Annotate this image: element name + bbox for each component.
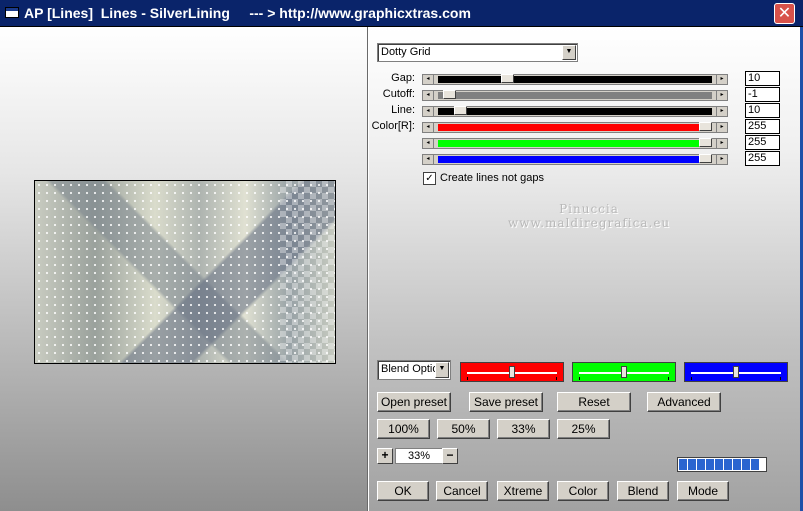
progress-segment: [697, 459, 705, 470]
slider-value-input[interactable]: -1: [745, 87, 780, 102]
action-xtreme-button[interactable]: Xtreme: [497, 481, 549, 501]
slider[interactable]: ◂ ▸: [422, 74, 728, 85]
arrow-left-icon[interactable]: ◂: [423, 123, 434, 132]
zoom-100-button[interactable]: 100%: [377, 419, 430, 439]
slider-value-input[interactable]: 10: [745, 103, 780, 118]
arrow-left-icon[interactable]: ◂: [423, 139, 434, 148]
slider-value-input[interactable]: 10: [745, 71, 780, 86]
arrow-right-icon[interactable]: ▸: [716, 75, 727, 84]
window-icon: [5, 7, 19, 18]
slider-label: Gap:: [391, 72, 415, 84]
arrow-right-icon[interactable]: ▸: [716, 139, 727, 148]
slider-thumb[interactable]: [699, 154, 712, 163]
slider-tick: [691, 377, 692, 380]
slider-label: Line:: [391, 104, 415, 116]
slider-tick: [467, 377, 468, 380]
slider[interactable]: ◂ ▸: [422, 122, 728, 133]
preview-panel: [0, 27, 368, 511]
slider-tick: [780, 377, 781, 380]
zoom-50-button[interactable]: 50%: [437, 419, 490, 439]
slider-thumb[interactable]: [733, 366, 739, 378]
arrow-right-icon[interactable]: ▸: [716, 107, 727, 116]
watermark-url: www.maldiregrafica.eu: [507, 216, 671, 230]
slider-track: [438, 124, 712, 131]
progress-segment: [733, 459, 741, 470]
action-mode-button[interactable]: Mode: [677, 481, 729, 501]
slider-tick: [556, 377, 557, 380]
slider-thumb[interactable]: [699, 122, 712, 131]
arrow-right-icon[interactable]: ▸: [716, 155, 727, 164]
close-button[interactable]: ✕: [774, 3, 795, 24]
slider-track: [438, 156, 712, 163]
progress-segment: [742, 459, 750, 470]
slider-value-input[interactable]: 255: [745, 135, 780, 150]
zoom-25-button[interactable]: 25%: [557, 419, 610, 439]
controls-panel: Dotty Grid ▼ Gap: ◂ ▸ 10 Cutoff: ◂ ▸ -1 Line: ◂ ▸ 1…: [369, 27, 800, 511]
action-cancel-button[interactable]: Cancel: [436, 481, 488, 501]
action-blend-button[interactable]: Blend: [617, 481, 669, 501]
preset-save-preset-button[interactable]: Save preset: [469, 392, 543, 412]
arrow-left-icon[interactable]: ◂: [423, 75, 434, 84]
slider-track: [438, 76, 712, 83]
create-lines-label: Create lines not gaps: [440, 172, 544, 184]
green-color-slider[interactable]: [572, 362, 676, 382]
zoom-input[interactable]: 33%: [395, 448, 443, 464]
zoom-in-button[interactable]: +: [377, 448, 393, 464]
slider-track: [438, 108, 712, 115]
slider-thumb[interactable]: [443, 90, 456, 99]
arrow-right-icon[interactable]: ▸: [716, 91, 727, 100]
slider-tick: [668, 377, 669, 380]
arrow-left-icon[interactable]: ◂: [423, 91, 434, 100]
slider-thumb[interactable]: [699, 138, 712, 147]
slider-value-input[interactable]: 255: [745, 151, 780, 166]
slider-track: [438, 92, 712, 99]
progress-segment: [715, 459, 723, 470]
preset-dropdown-value: Dotty Grid: [381, 46, 431, 58]
title-bar: AP [Lines] Lines - SilverLining --- > ht…: [0, 0, 803, 27]
progress-segment: [706, 459, 714, 470]
preset-reset-button[interactable]: Reset: [557, 392, 631, 412]
chevron-down-icon[interactable]: ▼: [562, 45, 576, 60]
arrow-left-icon[interactable]: ◂: [423, 107, 434, 116]
progress-segment: [724, 459, 732, 470]
preset-open-preset-button[interactable]: Open preset: [377, 392, 451, 412]
slider-thumb[interactable]: [509, 366, 515, 378]
progress-segment: [679, 459, 687, 470]
blend-options-value: Blend Optio: [381, 363, 439, 375]
action-color-button[interactable]: Color: [557, 481, 609, 501]
slider-thumb[interactable]: [501, 74, 514, 83]
blend-options-dropdown[interactable]: Blend Optio ▼: [377, 360, 451, 380]
blue-color-slider[interactable]: [684, 362, 788, 382]
slider[interactable]: ◂ ▸: [422, 106, 728, 117]
slider-thumb[interactable]: [621, 366, 627, 378]
preset-advanced-button[interactable]: Advanced: [647, 392, 721, 412]
arrow-left-icon[interactable]: ◂: [423, 155, 434, 164]
preset-dropdown[interactable]: Dotty Grid ▼: [377, 43, 578, 62]
slider-label: Color[R]:: [371, 120, 415, 132]
slider-value-input[interactable]: 255: [745, 119, 780, 134]
window-title: AP [Lines] Lines - SilverLining --- > ht…: [24, 5, 471, 21]
slider-thumb[interactable]: [454, 106, 467, 115]
red-color-slider[interactable]: [460, 362, 564, 382]
watermark: Pinuccia www.maldiregrafica.eu: [489, 202, 689, 230]
action-ok-button[interactable]: OK: [377, 481, 429, 501]
slider-tick: [579, 377, 580, 380]
zoom-out-button[interactable]: −: [442, 448, 458, 464]
slider-label: Cutoff:: [382, 88, 415, 100]
arrow-right-icon[interactable]: ▸: [716, 123, 727, 132]
create-lines-checkbox[interactable]: ✓: [423, 172, 436, 185]
chevron-down-icon[interactable]: ▼: [435, 362, 449, 378]
slider[interactable]: ◂ ▸: [422, 138, 728, 149]
slider-track: [438, 140, 712, 147]
progress-segment: [688, 459, 696, 470]
progress-bar: [677, 457, 767, 472]
watermark-name: Pinuccia: [559, 202, 619, 216]
progress-segment: [751, 459, 759, 470]
slider[interactable]: ◂ ▸: [422, 154, 728, 165]
slider[interactable]: ◂ ▸: [422, 90, 728, 101]
zoom-33-button[interactable]: 33%: [497, 419, 550, 439]
preview-image: [34, 180, 336, 364]
